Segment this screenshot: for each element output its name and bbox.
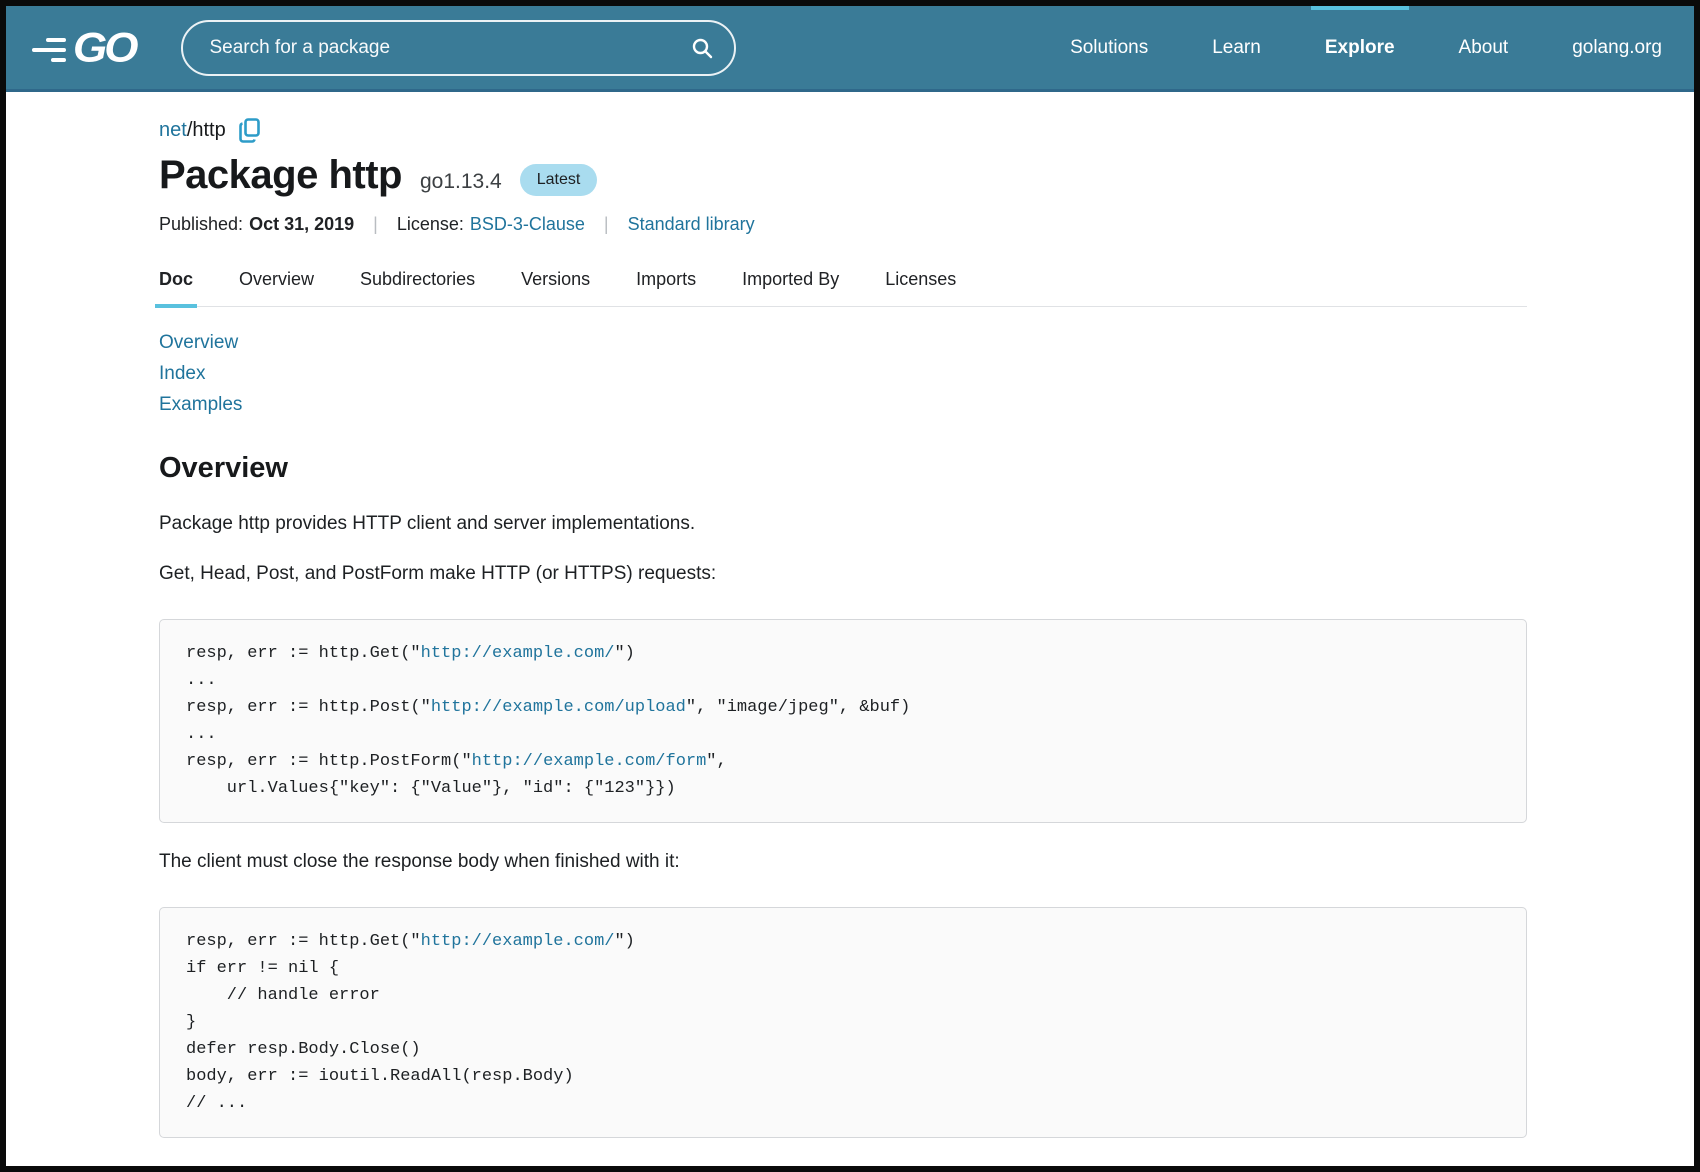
overview-paragraph-1: Package http provides HTTP client and se… <box>159 513 1527 535</box>
code-text: resp, err := http.Post(" <box>186 698 431 717</box>
code-text: defer resp.Body.Close() <box>186 1040 421 1059</box>
doc-quick-links: OverviewIndexExamples <box>159 327 1527 420</box>
published-label: Published: <box>159 214 243 235</box>
tab-licenses[interactable]: Licenses <box>885 261 956 306</box>
code-line: resp, err := http.PostForm("http://examp… <box>186 748 1500 775</box>
doc-tabs: Doc Overview Subdirectories Versions Imports… <box>159 261 1527 307</box>
go-logo[interactable]: GO <box>32 26 135 70</box>
search-box <box>181 20 736 76</box>
code-block-response-body: resp, err := http.Get("http://example.co… <box>159 907 1527 1138</box>
main-content: net / http Package http go1.13.4 Latest … <box>6 92 1694 1138</box>
breadcrumb: net / http <box>159 118 1527 143</box>
nav-item-explore[interactable]: Explore <box>1293 5 1427 91</box>
code-line: resp, err := http.Get("http://example.co… <box>186 928 1500 955</box>
site-header: GO SolutionsLearnExploreAboutgolang.org <box>6 6 1694 92</box>
breadcrumb-current: http <box>192 119 225 142</box>
code-line: resp, err := http.Post("http://example.c… <box>186 694 1500 721</box>
code-url-link[interactable]: http://example.com/form <box>472 752 707 771</box>
overview-paragraph-2: Get, Head, Post, and PostForm make HTTP … <box>159 563 1527 585</box>
tab-overview[interactable]: Overview <box>239 261 314 306</box>
code-line: ... <box>186 721 1500 748</box>
go-logo-speed-lines-icon <box>32 38 66 62</box>
page-title: Package http <box>159 153 402 198</box>
breadcrumb-link-net[interactable]: net <box>159 119 187 142</box>
latest-badge[interactable]: Latest <box>520 164 598 196</box>
code-text: } <box>186 1013 196 1032</box>
code-line: ... <box>186 667 1500 694</box>
published-date: Oct 31, 2019 <box>249 214 354 235</box>
code-text: resp, err := http.Get(" <box>186 644 421 663</box>
tab-subdirectories[interactable]: Subdirectories <box>360 261 475 306</box>
code-text: ", "image/jpeg", &buf) <box>686 698 910 717</box>
license-label: License: <box>397 214 464 235</box>
code-line: defer resp.Body.Close() <box>186 1036 1500 1063</box>
tab-versions[interactable]: Versions <box>521 261 590 306</box>
code-text: ", <box>706 752 726 771</box>
meta-separator: | <box>604 214 609 235</box>
search-input[interactable] <box>181 20 736 76</box>
code-text: ... <box>186 725 217 744</box>
quicklink-overview[interactable]: Overview <box>159 327 238 358</box>
license-link[interactable]: BSD-3-Clause <box>470 214 585 235</box>
meta-row: Published: Oct 31, 2019 | License: BSD-3… <box>159 214 1527 235</box>
code-text: // ... <box>186 1094 247 1113</box>
quicklink-index[interactable]: Index <box>159 358 205 389</box>
code-text: // handle error <box>186 986 380 1005</box>
code-text: ") <box>614 932 634 951</box>
code-text: ... <box>186 671 217 690</box>
code-line: } <box>186 1009 1500 1036</box>
copy-path-icon[interactable] <box>239 118 261 143</box>
standard-library-link[interactable]: Standard library <box>628 214 755 235</box>
search-icon[interactable] <box>690 36 714 60</box>
code-text: resp, err := http.Get(" <box>186 932 421 951</box>
browser-page: GO SolutionsLearnExploreAboutgolang.org … <box>0 0 1700 1172</box>
tab-imports[interactable]: Imports <box>636 261 696 306</box>
code-line: // ... <box>186 1090 1500 1117</box>
code-text: body, err := ioutil.ReadAll(resp.Body) <box>186 1067 574 1086</box>
quicklink-examples[interactable]: Examples <box>159 389 242 420</box>
code-url-link[interactable]: http://example.com/ <box>421 644 615 663</box>
package-version: go1.13.4 <box>420 170 502 194</box>
code-line: if err != nil { <box>186 955 1500 982</box>
code-block-requests: resp, err := http.Get("http://example.co… <box>159 619 1527 823</box>
overview-paragraph-3: The client must close the response body … <box>159 851 1527 873</box>
nav-item-golang-org[interactable]: golang.org <box>1540 5 1668 91</box>
code-text: ") <box>614 644 634 663</box>
go-logo-text: GO <box>73 27 135 69</box>
header-nav: SolutionsLearnExploreAboutgolang.org <box>1038 5 1668 91</box>
code-text: if err != nil { <box>186 959 339 978</box>
code-line: resp, err := http.Get("http://example.co… <box>186 640 1500 667</box>
code-line: body, err := ioutil.ReadAll(resp.Body) <box>186 1063 1500 1090</box>
code-line: url.Values{"key": {"Value"}, "id": {"123… <box>186 775 1500 802</box>
title-row: Package http go1.13.4 Latest <box>159 153 1527 198</box>
tab-imported-by[interactable]: Imported By <box>742 261 839 306</box>
code-line: // handle error <box>186 982 1500 1009</box>
meta-separator: | <box>373 214 378 235</box>
code-url-link[interactable]: http://example.com/upload <box>431 698 686 717</box>
nav-item-solutions[interactable]: Solutions <box>1038 5 1180 91</box>
nav-item-about[interactable]: About <box>1427 5 1541 91</box>
code-text: url.Values{"key": {"Value"}, "id": {"123… <box>186 779 676 798</box>
code-text: resp, err := http.PostForm(" <box>186 752 472 771</box>
overview-heading: Overview <box>159 452 1527 485</box>
nav-item-learn[interactable]: Learn <box>1180 5 1293 91</box>
tab-doc[interactable]: Doc <box>159 261 193 306</box>
code-url-link[interactable]: http://example.com/ <box>421 932 615 951</box>
